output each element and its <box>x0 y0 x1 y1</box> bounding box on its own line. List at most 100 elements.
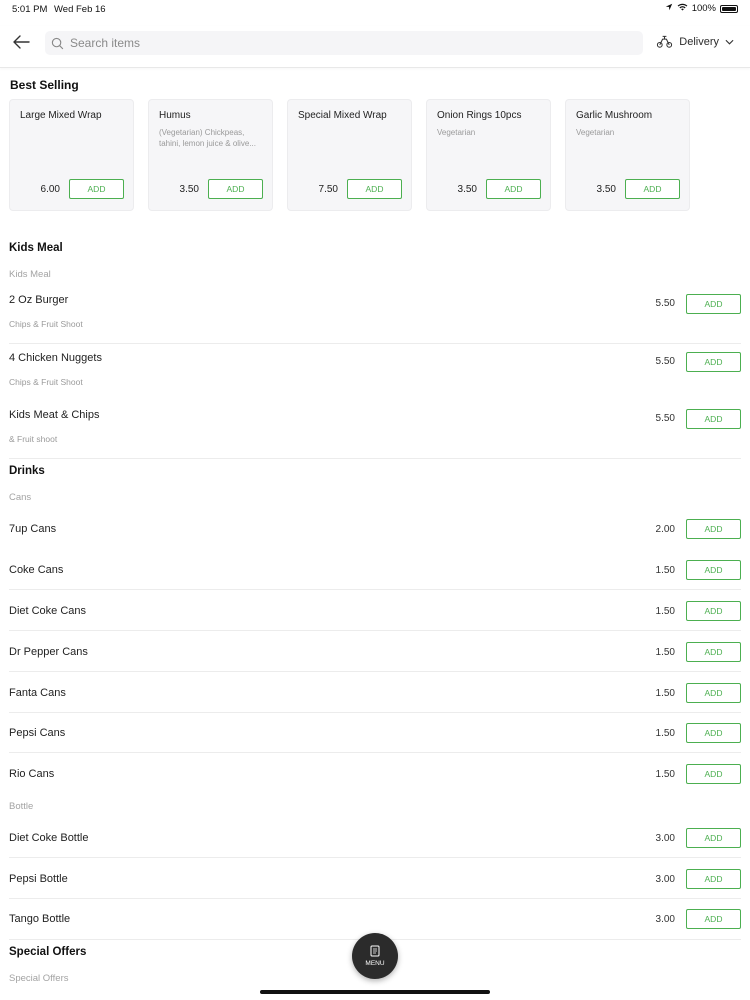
add-button[interactable]: ADD <box>686 869 741 889</box>
divider <box>9 589 741 590</box>
list-item[interactable]: 7up Cans 2.00 ADD <box>0 519 750 559</box>
product-card[interactable]: Garlic Mushroom Vegetarian 3.50 ADD <box>565 99 690 211</box>
subcategory-title: Cans <box>9 492 32 503</box>
add-button[interactable]: ADD <box>686 828 741 848</box>
add-button[interactable]: ADD <box>686 642 741 662</box>
add-button[interactable]: ADD <box>686 909 741 929</box>
divider <box>9 343 741 344</box>
product-card[interactable]: Special Mixed Wrap 7.50 ADD <box>287 99 412 211</box>
item-desc: & Fruit shoot <box>9 434 58 444</box>
item-name: Rio Cans <box>9 768 55 780</box>
add-button[interactable]: ADD <box>686 723 741 743</box>
search-input[interactable] <box>70 36 610 50</box>
list-item[interactable]: 4 Chicken Nuggets Chips & Fruit Shoot 5.… <box>0 346 750 401</box>
list-item[interactable]: Pepsi Bottle 3.00 ADD <box>0 869 750 909</box>
list-item[interactable]: Pepsi Cans 1.50 ADD <box>0 723 750 763</box>
product-card[interactable]: Humus (Vegetarian) Chickpeas, tahini, le… <box>148 99 273 211</box>
item-name: Tango Bottle <box>9 913 71 925</box>
category-title-special-offers: Special Offers <box>9 946 87 958</box>
product-desc: Vegetarian <box>576 128 615 137</box>
add-button[interactable]: ADD <box>69 179 124 199</box>
wifi-icon <box>677 3 688 14</box>
add-button[interactable]: ADD <box>686 294 741 314</box>
add-button[interactable]: ADD <box>625 179 680 199</box>
header: Delivery <box>0 26 750 68</box>
add-button[interactable]: ADD <box>686 519 741 539</box>
menu-button[interactable]: MENU <box>352 933 398 979</box>
list-item[interactable]: Diet Coke Bottle 3.00 ADD <box>0 828 750 868</box>
add-button[interactable]: ADD <box>686 764 741 784</box>
product-card[interactable]: Onion Rings 10pcs Vegetarian 3.50 ADD <box>426 99 551 211</box>
back-button[interactable] <box>12 34 34 52</box>
battery-icon <box>720 4 738 13</box>
list-item[interactable]: 2 Oz Burger Chips & Fruit Shoot 5.50 ADD <box>0 288 750 343</box>
list-item[interactable]: Kids Meat & Chips & Fruit shoot 5.50 ADD <box>0 403 750 458</box>
item-name: Pepsi Cans <box>9 727 66 739</box>
item-price: 1.50 <box>655 769 675 780</box>
item-name: 2 Oz Burger <box>9 294 69 306</box>
battery-label: 100% <box>691 3 716 14</box>
add-button[interactable]: ADD <box>686 409 741 429</box>
menu-label: MENU <box>365 960 385 967</box>
product-name: Garlic Mushroom <box>576 110 653 121</box>
item-price: 1.50 <box>655 647 675 658</box>
best-selling-title: Best Selling <box>10 78 79 92</box>
category-title-kids-meal: Kids Meal <box>9 242 63 254</box>
add-button[interactable]: ADD <box>686 601 741 621</box>
search-bar[interactable] <box>45 31 643 55</box>
add-button[interactable]: ADD <box>486 179 541 199</box>
add-button[interactable]: ADD <box>686 560 741 580</box>
item-price: 3.00 <box>655 914 675 925</box>
list-item[interactable]: Diet Coke Cans 1.50 ADD <box>0 601 750 641</box>
category-title-drinks: Drinks <box>9 465 45 477</box>
item-price: 1.50 <box>655 606 675 617</box>
product-price: 6.00 <box>40 184 60 195</box>
divider <box>9 898 741 899</box>
divider <box>9 857 741 858</box>
item-price: 5.50 <box>655 356 675 367</box>
arrow-left-icon <box>13 35 30 49</box>
product-card[interactable]: Large Mixed Wrap 6.00 ADD <box>9 99 134 211</box>
item-price: 3.00 <box>655 833 675 844</box>
home-indicator[interactable] <box>260 990 490 994</box>
subcategory-title: Bottle <box>9 801 34 812</box>
item-name: 7up Cans <box>9 523 57 535</box>
add-button[interactable]: ADD <box>347 179 402 199</box>
divider <box>9 752 741 753</box>
product-desc: Vegetarian <box>437 128 476 137</box>
add-button[interactable]: ADD <box>208 179 263 199</box>
search-icon <box>51 37 64 49</box>
delivery-selector[interactable]: Delivery <box>656 35 734 49</box>
add-button[interactable]: ADD <box>686 352 741 372</box>
product-price: 3.50 <box>179 184 199 195</box>
menu-book-icon <box>370 945 380 957</box>
item-price: 1.50 <box>655 688 675 699</box>
status-right: 100% <box>665 3 738 14</box>
item-name: Coke Cans <box>9 564 64 576</box>
delivery-label: Delivery <box>679 36 719 48</box>
item-price: 3.00 <box>655 874 675 885</box>
status-bar: 5:01 PM Wed Feb 16 100% <box>0 0 750 18</box>
item-price: 1.50 <box>655 728 675 739</box>
item-desc: Chips & Fruit Shoot <box>9 319 83 329</box>
divider <box>9 458 741 459</box>
item-name: Pepsi Bottle <box>9 873 68 885</box>
divider <box>9 630 741 631</box>
item-desc: Chips & Fruit Shoot <box>9 377 83 387</box>
item-price: 2.00 <box>655 524 675 535</box>
list-item[interactable]: Coke Cans 1.50 ADD <box>0 560 750 600</box>
product-name: Humus <box>159 110 191 121</box>
list-item[interactable]: Dr Pepper Cans 1.50 ADD <box>0 642 750 682</box>
product-name: Onion Rings 10pcs <box>437 110 522 121</box>
item-price: 5.50 <box>655 298 675 309</box>
item-name: Dr Pepper Cans <box>9 646 88 658</box>
product-price: 7.50 <box>318 184 338 195</box>
add-button[interactable]: ADD <box>686 683 741 703</box>
delivery-scooter-icon <box>657 35 673 48</box>
list-item[interactable]: Rio Cans 1.50 ADD <box>0 764 750 804</box>
item-price: 1.50 <box>655 565 675 576</box>
item-name: Diet Coke Bottle <box>9 832 89 844</box>
product-name: Large Mixed Wrap <box>20 110 102 121</box>
list-item[interactable]: Fanta Cans 1.50 ADD <box>0 683 750 723</box>
item-price: 5.50 <box>655 413 675 424</box>
